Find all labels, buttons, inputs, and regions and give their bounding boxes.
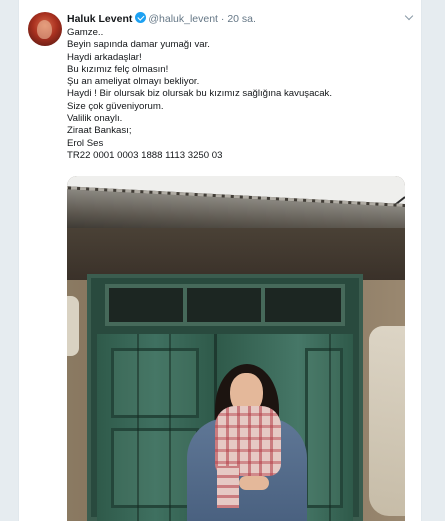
transom-bar [261,288,265,322]
tweet-line: Haydi ! Bir olursak biz olursak bu kızım… [67,88,333,100]
door-plank [329,334,331,521]
separator: · [220,13,225,25]
tweet-line: TR22 0001 0003 1888 1113 3250 03 [67,149,223,161]
author-handle[interactable]: @haluk_levent [148,13,218,25]
door-panel [111,348,199,418]
tweet-line: Şu an ameliyat olmayı bekliyor. [67,76,200,88]
avatar-face [37,20,52,39]
tweet-line: Erol Ses [67,137,104,149]
tweet-line: Gamze.. [67,27,104,38]
door-panel [305,348,343,508]
tweet-line: Bu kızımız felç olmasın! [67,63,169,75]
transom-bar [183,288,187,322]
chevron-down-icon[interactable] [403,12,415,24]
tweet-header: Haluk Levent @haluk_levent · 20 sa. [67,12,412,28]
photo-person-hands [239,476,269,490]
door-plank [137,334,139,521]
avatar[interactable] [28,12,62,46]
tweet-card[interactable]: Haluk Levent @haluk_levent · 20 sa. Gamze… [18,0,422,521]
photo-transom-window [105,284,345,326]
photo-plaster-left [67,296,79,356]
photo-plaster-right [369,326,405,516]
author-name[interactable]: Haluk Levent [67,13,132,25]
tweet-line: Ziraat Bankası; [67,125,132,137]
tweet-line: Haydi arkadaşlar! [67,51,142,63]
tweet-line: Size çok güveniyorum. [67,100,164,112]
verified-badge-icon [135,12,147,23]
door-panel [111,428,199,508]
tweet-line: Valilik onaylı. [67,113,123,125]
photo-person-scarf-tail [217,466,239,508]
door-plank [169,334,171,521]
tweet-text: Gamze.. Beyin sapında damar yumağı var. … [67,27,407,162]
tweet-photo[interactable] [67,176,405,521]
tweet-time[interactable]: 20 sa. [227,13,256,25]
photo-beam [67,228,405,280]
tweet-line: Beyin sapında damar yumağı var. [67,39,210,51]
